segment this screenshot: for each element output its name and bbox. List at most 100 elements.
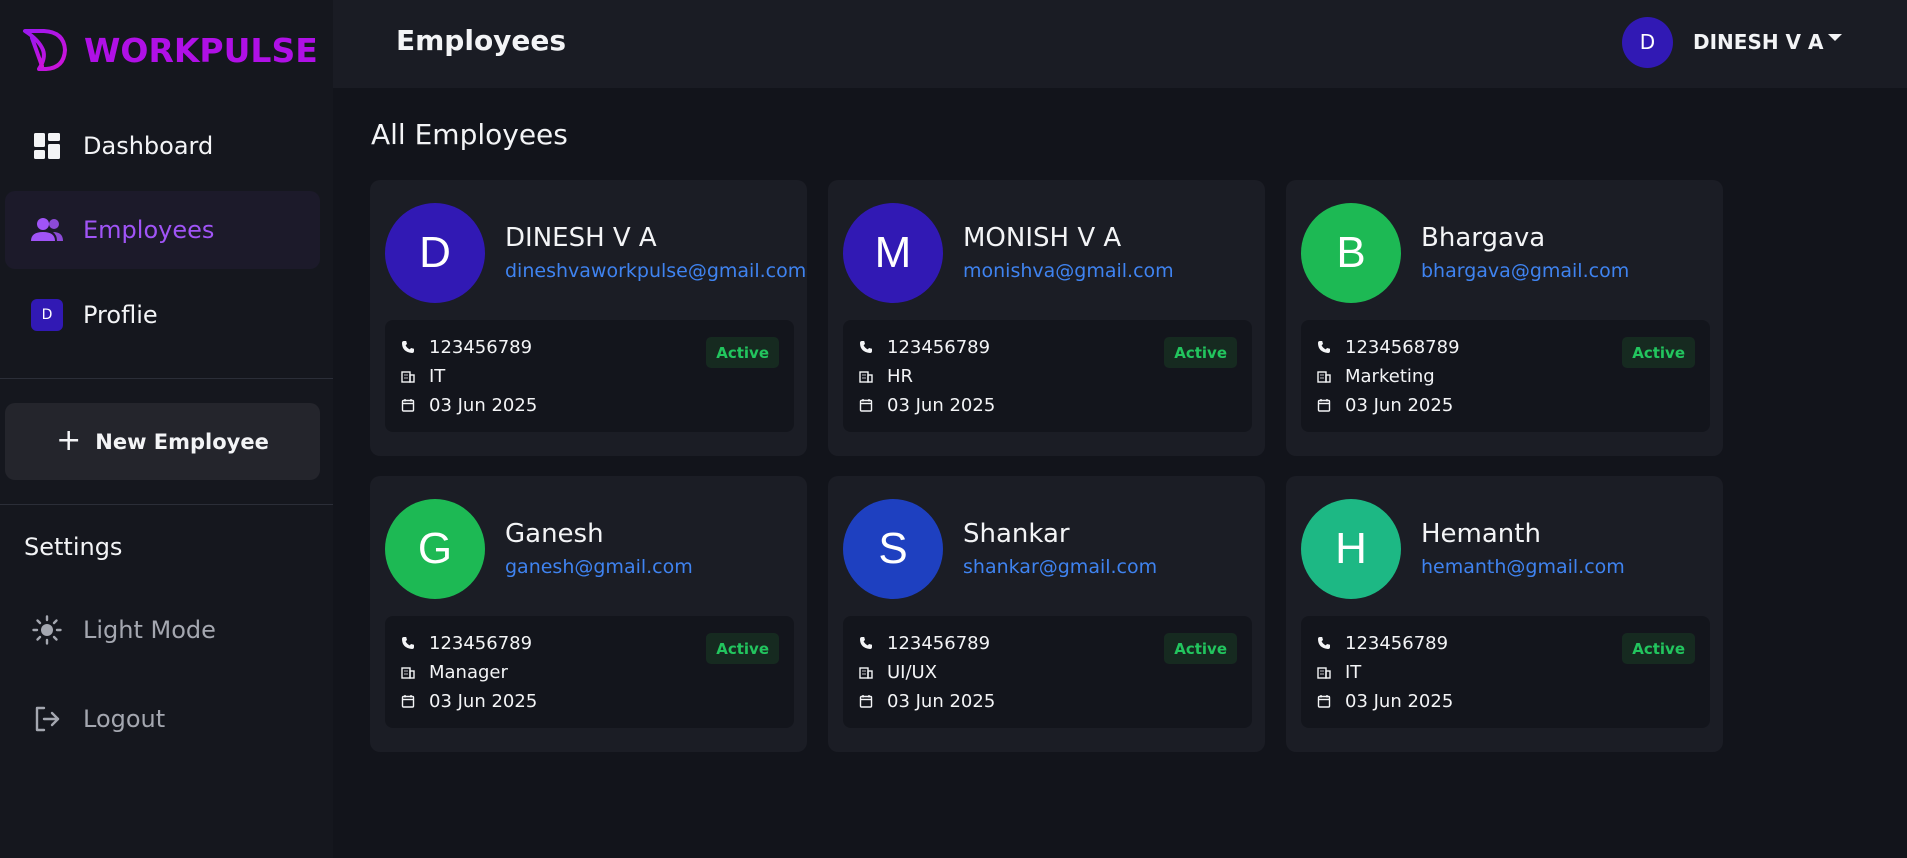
phone-icon bbox=[1317, 340, 1331, 354]
employee-email[interactable]: dineshvaworkpulse@gmail.com bbox=[505, 260, 806, 282]
department-row: Marketing bbox=[1317, 364, 1435, 388]
employee-details: 123456789 UI/UX 03 Jun 2025 Active bbox=[843, 616, 1252, 728]
employee-email[interactable]: bhargava@gmail.com bbox=[1421, 260, 1629, 282]
employee-phone: 123456789 bbox=[429, 336, 533, 358]
brand-name: WORKPULSE bbox=[84, 30, 318, 70]
phone-icon bbox=[401, 340, 415, 354]
employee-phone: 123456789 bbox=[1345, 632, 1449, 654]
employee-name: DINESH V A bbox=[505, 223, 657, 253]
building-icon bbox=[401, 369, 415, 383]
profile-badge-icon: D bbox=[31, 299, 63, 331]
building-icon bbox=[859, 665, 873, 679]
calendar-icon bbox=[1317, 694, 1331, 708]
top-header: Employees D DINESH V A bbox=[333, 0, 1907, 88]
employee-avatar: D bbox=[385, 203, 485, 303]
employee-phone: 123456789 bbox=[887, 632, 991, 654]
building-icon bbox=[401, 665, 415, 679]
date-row: 03 Jun 2025 bbox=[401, 393, 537, 417]
calendar-icon bbox=[1317, 398, 1331, 412]
phone-icon bbox=[1317, 636, 1331, 650]
employee-card[interactable]: D DINESH V A dineshvaworkpulse@gmail.com… bbox=[370, 180, 807, 456]
date-row: 03 Jun 2025 bbox=[1317, 689, 1453, 713]
dashboard-icon bbox=[31, 130, 63, 162]
employee-join-date: 03 Jun 2025 bbox=[429, 394, 538, 416]
employee-avatar: B bbox=[1301, 203, 1401, 303]
employee-avatar: H bbox=[1301, 499, 1401, 599]
employee-department: UI/UX bbox=[887, 661, 938, 683]
employee-card[interactable]: S Shankar shankar@gmail.com 123456789 UI… bbox=[828, 476, 1265, 752]
sidebar-divider bbox=[0, 504, 333, 505]
employee-name: Bhargava bbox=[1421, 223, 1546, 253]
phone-row: 123456789 bbox=[401, 335, 532, 359]
users-icon bbox=[31, 214, 63, 246]
logout-button[interactable]: Logout bbox=[5, 680, 320, 758]
building-icon bbox=[1317, 665, 1331, 679]
plus-icon: + bbox=[56, 422, 82, 458]
sidebar-item-label: Dashboard bbox=[83, 132, 214, 160]
sidebar-item-dashboard[interactable]: Dashboard bbox=[5, 107, 320, 185]
calendar-icon bbox=[401, 694, 415, 708]
section-title: All Employees bbox=[371, 118, 568, 151]
employee-phone: 123456789 bbox=[887, 336, 991, 358]
employee-avatar: S bbox=[843, 499, 943, 599]
employee-department: HR bbox=[887, 365, 914, 387]
status-badge: Active bbox=[1164, 337, 1237, 368]
employee-details: 123456789 IT 03 Jun 2025 Active bbox=[1301, 616, 1710, 728]
employee-name: Ganesh bbox=[505, 519, 604, 549]
employee-phone: 1234568789 bbox=[1345, 336, 1460, 358]
employee-card[interactable]: H Hemanth hemanth@gmail.com 123456789 IT… bbox=[1286, 476, 1723, 752]
employee-email[interactable]: ganesh@gmail.com bbox=[505, 556, 693, 578]
brand-logo[interactable]: WORKPULSE bbox=[22, 28, 318, 72]
status-badge: Active bbox=[1622, 633, 1695, 664]
settings-heading: Settings bbox=[24, 533, 123, 561]
department-row: UI/UX bbox=[859, 660, 937, 684]
chevron-down-icon[interactable] bbox=[1828, 34, 1842, 41]
employee-details: 123456789 HR 03 Jun 2025 Active bbox=[843, 320, 1252, 432]
light-mode-toggle[interactable]: Light Mode bbox=[5, 591, 320, 669]
employee-phone: 123456789 bbox=[429, 632, 533, 654]
status-badge: Active bbox=[1622, 337, 1695, 368]
status-badge: Active bbox=[706, 337, 779, 368]
employee-details: 123456789 IT 03 Jun 2025 Active bbox=[385, 320, 794, 432]
calendar-icon bbox=[859, 398, 873, 412]
employee-email[interactable]: hemanth@gmail.com bbox=[1421, 556, 1625, 578]
date-row: 03 Jun 2025 bbox=[859, 393, 995, 417]
phone-icon bbox=[859, 636, 873, 650]
date-row: 03 Jun 2025 bbox=[859, 689, 995, 713]
employee-join-date: 03 Jun 2025 bbox=[1345, 690, 1454, 712]
phone-row: 123456789 bbox=[1317, 631, 1448, 655]
employee-card[interactable]: B Bhargava bhargava@gmail.com 1234568789 bbox=[1286, 180, 1723, 456]
employee-card[interactable]: M MONISH V A monishva@gmail.com 12345678… bbox=[828, 180, 1265, 456]
workpulse-logo-icon bbox=[23, 29, 67, 71]
calendar-icon bbox=[859, 694, 873, 708]
new-employee-button[interactable]: + New Employee bbox=[5, 403, 320, 480]
sidebar-divider bbox=[0, 378, 333, 379]
date-row: 03 Jun 2025 bbox=[1317, 393, 1453, 417]
employee-avatar: G bbox=[385, 499, 485, 599]
phone-row: 123456789 bbox=[401, 631, 532, 655]
employee-details: 123456789 Manager 03 Jun 2025 Active bbox=[385, 616, 794, 728]
logout-label: Logout bbox=[83, 705, 166, 733]
employee-department: IT bbox=[429, 365, 446, 387]
sidebar: WORKPULSE Dashboard Employees D Proflie … bbox=[0, 0, 333, 858]
avatar: D bbox=[1622, 16, 1673, 68]
sidebar-item-profile[interactable]: D Proflie bbox=[5, 276, 320, 354]
logout-icon bbox=[31, 703, 63, 735]
department-row: Manager bbox=[401, 660, 508, 684]
status-badge: Active bbox=[706, 633, 779, 664]
page-title: Employees bbox=[396, 24, 567, 57]
employee-email[interactable]: shankar@gmail.com bbox=[963, 556, 1157, 578]
status-badge: Active bbox=[1164, 633, 1237, 664]
light-mode-label: Light Mode bbox=[83, 616, 216, 644]
employee-join-date: 03 Jun 2025 bbox=[887, 690, 996, 712]
employee-email[interactable]: monishva@gmail.com bbox=[963, 260, 1174, 282]
phone-icon bbox=[859, 340, 873, 354]
sidebar-item-employees[interactable]: Employees bbox=[5, 191, 320, 269]
employee-join-date: 03 Jun 2025 bbox=[429, 690, 538, 712]
building-icon bbox=[1317, 369, 1331, 383]
employee-name: MONISH V A bbox=[963, 223, 1122, 253]
employee-card[interactable]: G Ganesh ganesh@gmail.com 123456789 Mana… bbox=[370, 476, 807, 752]
user-menu[interactable]: D DINESH V A bbox=[1622, 16, 1823, 68]
user-name: DINESH V A bbox=[1693, 30, 1824, 54]
app-root: WORKPULSE Dashboard Employees D Proflie … bbox=[0, 0, 1907, 858]
